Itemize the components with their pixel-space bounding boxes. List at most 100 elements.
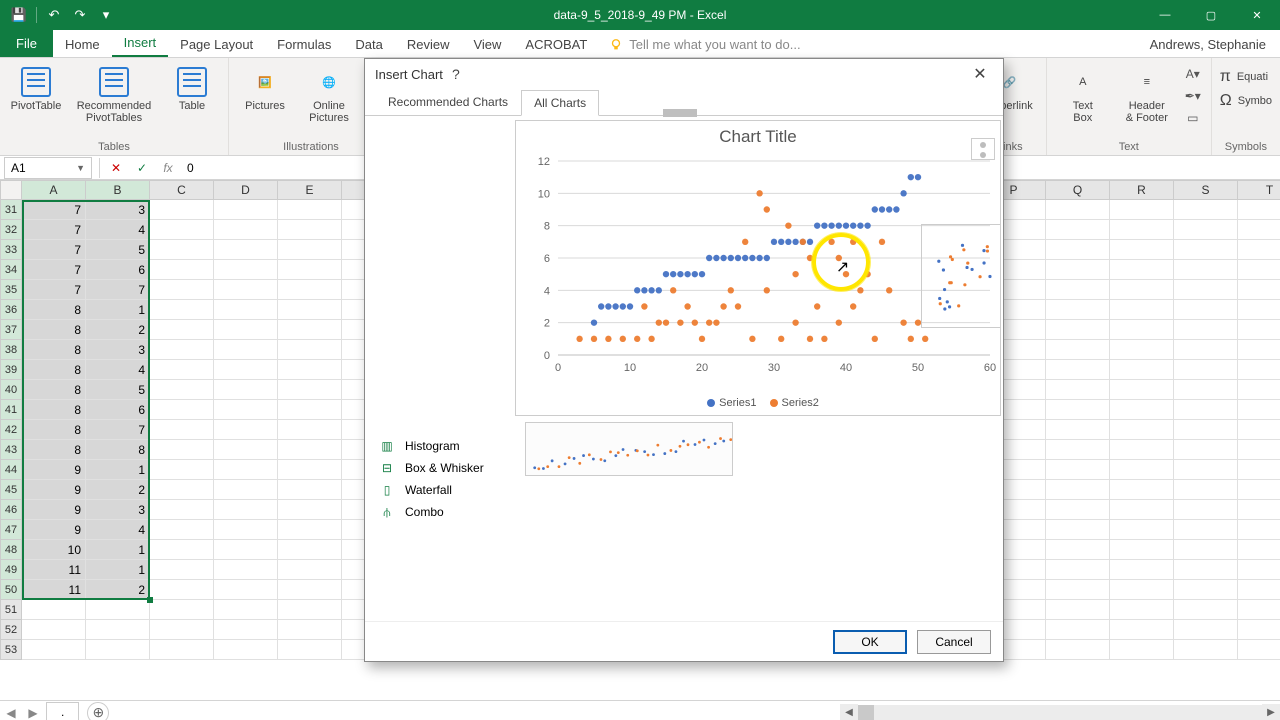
- cell[interactable]: [1046, 600, 1110, 620]
- cell[interactable]: [1174, 260, 1238, 280]
- cell[interactable]: 8: [22, 420, 86, 440]
- cell[interactable]: [1238, 400, 1280, 420]
- cell[interactable]: [1110, 260, 1174, 280]
- column-header[interactable]: R: [1110, 180, 1174, 200]
- cell[interactable]: 1: [86, 460, 150, 480]
- column-header[interactable]: S: [1174, 180, 1238, 200]
- row-header[interactable]: 48: [0, 540, 22, 560]
- cell[interactable]: [1110, 420, 1174, 440]
- cell[interactable]: [1174, 420, 1238, 440]
- cell[interactable]: 6: [86, 400, 150, 420]
- cell[interactable]: [86, 620, 150, 640]
- sheet-tab[interactable]: .: [46, 702, 79, 720]
- cell[interactable]: [1046, 380, 1110, 400]
- tab-home[interactable]: Home: [53, 32, 112, 57]
- dialog-title-bar[interactable]: Insert Chart ? ✕: [365, 59, 1003, 89]
- cell[interactable]: 8: [22, 400, 86, 420]
- cell[interactable]: 9: [22, 520, 86, 540]
- cell[interactable]: [278, 560, 342, 580]
- cell[interactable]: 2: [86, 480, 150, 500]
- cell[interactable]: 6: [86, 260, 150, 280]
- row-header[interactable]: 47: [0, 520, 22, 540]
- cell[interactable]: [1046, 560, 1110, 580]
- cell[interactable]: [214, 460, 278, 480]
- cell[interactable]: 8: [22, 360, 86, 380]
- cell[interactable]: [278, 620, 342, 640]
- cell[interactable]: [278, 440, 342, 460]
- cell[interactable]: [150, 320, 214, 340]
- cell[interactable]: [278, 480, 342, 500]
- cell[interactable]: [1174, 440, 1238, 460]
- cell[interactable]: [1238, 580, 1280, 600]
- cell[interactable]: [150, 360, 214, 380]
- object-icon[interactable]: ▭: [1183, 108, 1203, 128]
- cell[interactable]: [1110, 220, 1174, 240]
- cell[interactable]: [1110, 360, 1174, 380]
- cell[interactable]: [150, 440, 214, 460]
- cell[interactable]: [214, 300, 278, 320]
- cell[interactable]: [150, 200, 214, 220]
- cell[interactable]: [1238, 340, 1280, 360]
- cell[interactable]: [214, 200, 278, 220]
- hscroll-thumb[interactable]: [858, 705, 874, 720]
- cell[interactable]: 5: [86, 240, 150, 260]
- cell[interactable]: 4: [86, 360, 150, 380]
- cell[interactable]: [22, 600, 86, 620]
- cell[interactable]: [1046, 440, 1110, 460]
- row-header[interactable]: 31: [0, 200, 22, 220]
- row-header[interactable]: 52: [0, 620, 22, 640]
- cell[interactable]: [1174, 360, 1238, 380]
- row-header[interactable]: 34: [0, 260, 22, 280]
- equation-button[interactable]: πEquati: [1220, 68, 1272, 86]
- cell[interactable]: [1110, 340, 1174, 360]
- cell[interactable]: [1110, 380, 1174, 400]
- tab-all-charts[interactable]: All Charts: [521, 90, 599, 116]
- cell[interactable]: [278, 640, 342, 660]
- cell[interactable]: [1110, 460, 1174, 480]
- cell[interactable]: 8: [22, 440, 86, 460]
- subtype-thumbnail-2[interactable]: [921, 224, 1001, 328]
- wordart-icon[interactable]: A▾: [1183, 64, 1203, 84]
- cell[interactable]: [1174, 240, 1238, 260]
- cell[interactable]: [278, 220, 342, 240]
- cell[interactable]: [150, 260, 214, 280]
- cell[interactable]: [1046, 640, 1110, 660]
- cell[interactable]: [278, 420, 342, 440]
- cell[interactable]: [214, 620, 278, 640]
- cell[interactable]: [150, 480, 214, 500]
- cell[interactable]: [214, 380, 278, 400]
- cell[interactable]: [150, 560, 214, 580]
- dialog-help-button[interactable]: ?: [443, 61, 469, 87]
- row-header[interactable]: 35: [0, 280, 22, 300]
- cell[interactable]: [278, 400, 342, 420]
- cell[interactable]: [1174, 220, 1238, 240]
- cell[interactable]: [150, 500, 214, 520]
- cell[interactable]: [1238, 280, 1280, 300]
- cell[interactable]: [214, 520, 278, 540]
- row-header[interactable]: 42: [0, 420, 22, 440]
- cell[interactable]: [1110, 400, 1174, 420]
- cell[interactable]: [1110, 580, 1174, 600]
- cell[interactable]: 3: [86, 500, 150, 520]
- cell[interactable]: [1046, 480, 1110, 500]
- cell[interactable]: [22, 620, 86, 640]
- column-header[interactable]: D: [214, 180, 278, 200]
- cell[interactable]: [278, 540, 342, 560]
- cell[interactable]: [1110, 620, 1174, 640]
- cell[interactable]: 11: [22, 560, 86, 580]
- cell[interactable]: [214, 560, 278, 580]
- add-sheet-button[interactable]: ⊕: [87, 702, 109, 720]
- cell[interactable]: [22, 640, 86, 660]
- cell[interactable]: 7: [22, 260, 86, 280]
- cell[interactable]: [150, 300, 214, 320]
- chart-type-boxwhisker[interactable]: ⊟Box & Whisker: [375, 458, 515, 478]
- cell[interactable]: [1174, 560, 1238, 580]
- tab-file[interactable]: File: [0, 30, 53, 57]
- save-icon[interactable]: 💾: [8, 4, 30, 26]
- cell[interactable]: [214, 480, 278, 500]
- cell[interactable]: [150, 220, 214, 240]
- column-header[interactable]: B: [86, 180, 150, 200]
- cell[interactable]: [278, 280, 342, 300]
- close-button[interactable]: ✕: [1234, 0, 1280, 30]
- cell[interactable]: [1174, 340, 1238, 360]
